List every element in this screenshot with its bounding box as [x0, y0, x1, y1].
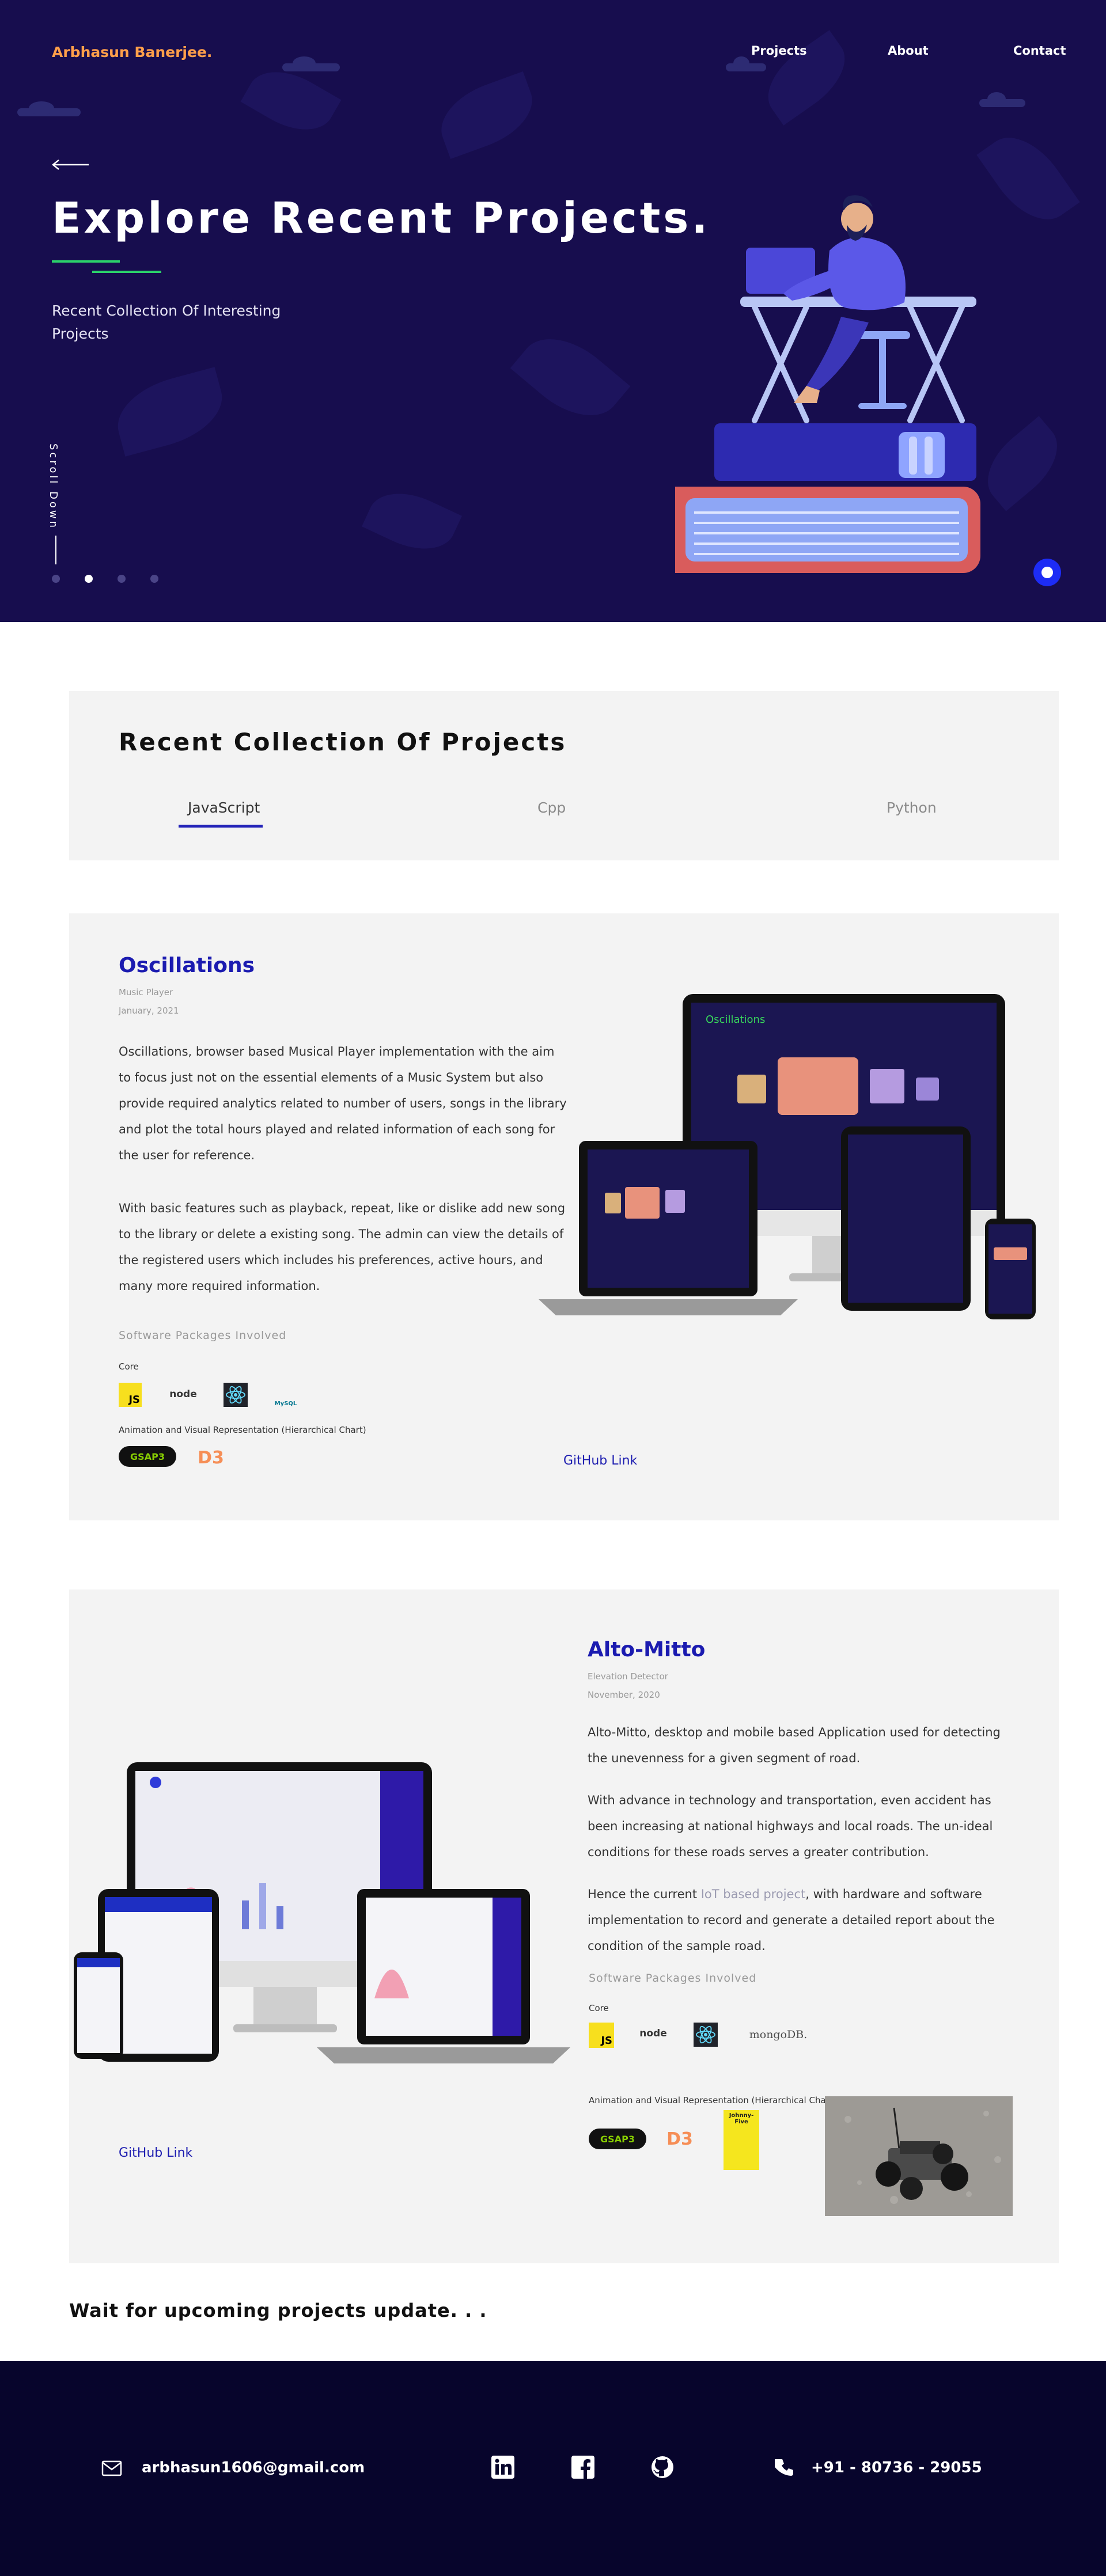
gsap-logo: GSAP3: [589, 2129, 646, 2149]
project-category: Music Player: [119, 987, 173, 997]
github-link[interactable]: GitHub Link: [119, 2146, 192, 2160]
scroll-down-label: Scroll Down: [47, 443, 59, 530]
leaf-decoration: [431, 71, 543, 160]
nodejs-logo: node: [169, 1388, 197, 1400]
react-logo: [224, 1383, 248, 1407]
core-label: Core: [119, 1361, 139, 1372]
footer-email[interactable]: arbhasun1606@gmail.com: [142, 2459, 365, 2476]
software-packages-label: Software Packages Involved: [119, 1329, 287, 1342]
tab-python[interactable]: Python: [887, 799, 937, 816]
chat-button[interactable]: [1033, 559, 1061, 586]
hero-section: Arbhasun Banerjee. Projects About Contac…: [0, 0, 1106, 622]
brand-logo[interactable]: Arbhasun Banerjee.: [52, 44, 212, 60]
upcoming-projects-text: Wait for upcoming projects update. . .: [69, 2300, 487, 2321]
javascript-logo: JS: [119, 1383, 142, 1407]
github-icon[interactable]: [651, 2456, 674, 2479]
footer: arbhasun1606@gmail.com +91 - 80736 - 290…: [0, 2361, 1106, 2576]
hero-title: Explore Recent Projects.: [52, 194, 711, 243]
javascript-logo: JS: [589, 2023, 614, 2048]
svg-text:Oscillations: Oscillations: [706, 1014, 765, 1026]
johnny-five-logo: Johnny-Five: [724, 2110, 759, 2170]
d3-logo: D3: [666, 2129, 693, 2149]
cloud-decoration: [282, 56, 340, 71]
slide-dot[interactable]: [52, 575, 60, 583]
gsap-logo: GSAP3: [119, 1446, 176, 1467]
scroll-down-indicator[interactable]: Scroll Down: [47, 443, 65, 564]
mysql-logo: MySQL: [274, 1401, 297, 1407]
leaf-decoration: [109, 367, 231, 457]
software-packages-label: Software Packages Involved: [589, 1972, 757, 1985]
back-arrow-icon[interactable]: [52, 159, 90, 170]
mongodb-logo: mongoDB.: [749, 2028, 808, 2041]
project-description: Hence the current IoT based project, wit…: [588, 1881, 1008, 1959]
cloud-decoration: [726, 56, 766, 71]
footer-phone[interactable]: +91 - 80736 - 29055: [811, 2459, 982, 2476]
slide-dot[interactable]: [118, 575, 126, 583]
mail-icon: [101, 2460, 122, 2476]
project-title: Alto-Mitto: [588, 1638, 706, 1661]
collection-title: Recent Collection Of Projects: [119, 728, 567, 756]
leaf-decoration: [510, 320, 631, 435]
accent-line: [92, 271, 161, 273]
core-label: Core: [589, 2003, 609, 2013]
oscillations-device-mockup: Oscillations: [539, 994, 1036, 1319]
phone-icon: [775, 2459, 793, 2476]
alto-mitto-device-mockup: [74, 1762, 570, 2063]
project-title: Oscillations: [119, 954, 255, 977]
developer-illustration: [675, 195, 980, 573]
scroll-line: [55, 536, 56, 564]
iot-link[interactable]: IoT based project: [701, 1887, 806, 1901]
animation-label: Animation and Visual Representation (Hie…: [119, 1425, 366, 1435]
d3-logo: D3: [198, 1447, 224, 1468]
animation-label: Animation and Visual Representation (Hie…: [589, 2095, 836, 2105]
project-date: November, 2020: [588, 1690, 660, 1700]
active-tab-underline: [179, 825, 263, 828]
hero-subtitle: Recent Collection Of Interesting Project…: [52, 302, 281, 342]
nodejs-logo: node: [639, 2028, 667, 2039]
description-text: Hence the current: [588, 1887, 701, 1901]
facebook-icon[interactable]: [571, 2456, 594, 2479]
tab-javascript[interactable]: JavaScript: [188, 799, 260, 816]
react-logo: [694, 2023, 718, 2047]
linkedin-icon[interactable]: [491, 2456, 514, 2479]
cloud-decoration: [979, 92, 1025, 107]
project-description: Alto-Mitto, desktop and mobile based App…: [588, 1725, 1001, 1765]
slide-dot-active[interactable]: [85, 575, 93, 583]
rc-car-photo: [825, 2096, 1013, 2216]
cloud-decoration: [17, 101, 81, 116]
projects-collection-header: Recent Collection Of Projects JavaScript…: [69, 691, 1059, 860]
tab-cpp[interactable]: Cpp: [537, 799, 566, 816]
project-date: January, 2021: [119, 1006, 179, 1016]
project-description: With advance in technology and transport…: [588, 1793, 993, 1859]
nav-contact[interactable]: Contact: [1013, 44, 1066, 58]
accent-line: [52, 260, 120, 263]
nav-about[interactable]: About: [888, 44, 929, 58]
leaf-decoration: [362, 479, 462, 563]
project-category: Elevation Detector: [588, 1671, 668, 1682]
project-card-alto-mitto: GitHub Link Alto-Mitto Elevation Detecto…: [69, 1589, 1059, 2263]
github-link[interactable]: GitHub Link: [563, 1454, 637, 1468]
slide-dot[interactable]: [150, 575, 158, 583]
nav-projects[interactable]: Projects: [751, 44, 807, 58]
project-card-oscillations: Oscillations Music Player January, 2021 …: [69, 913, 1059, 1520]
